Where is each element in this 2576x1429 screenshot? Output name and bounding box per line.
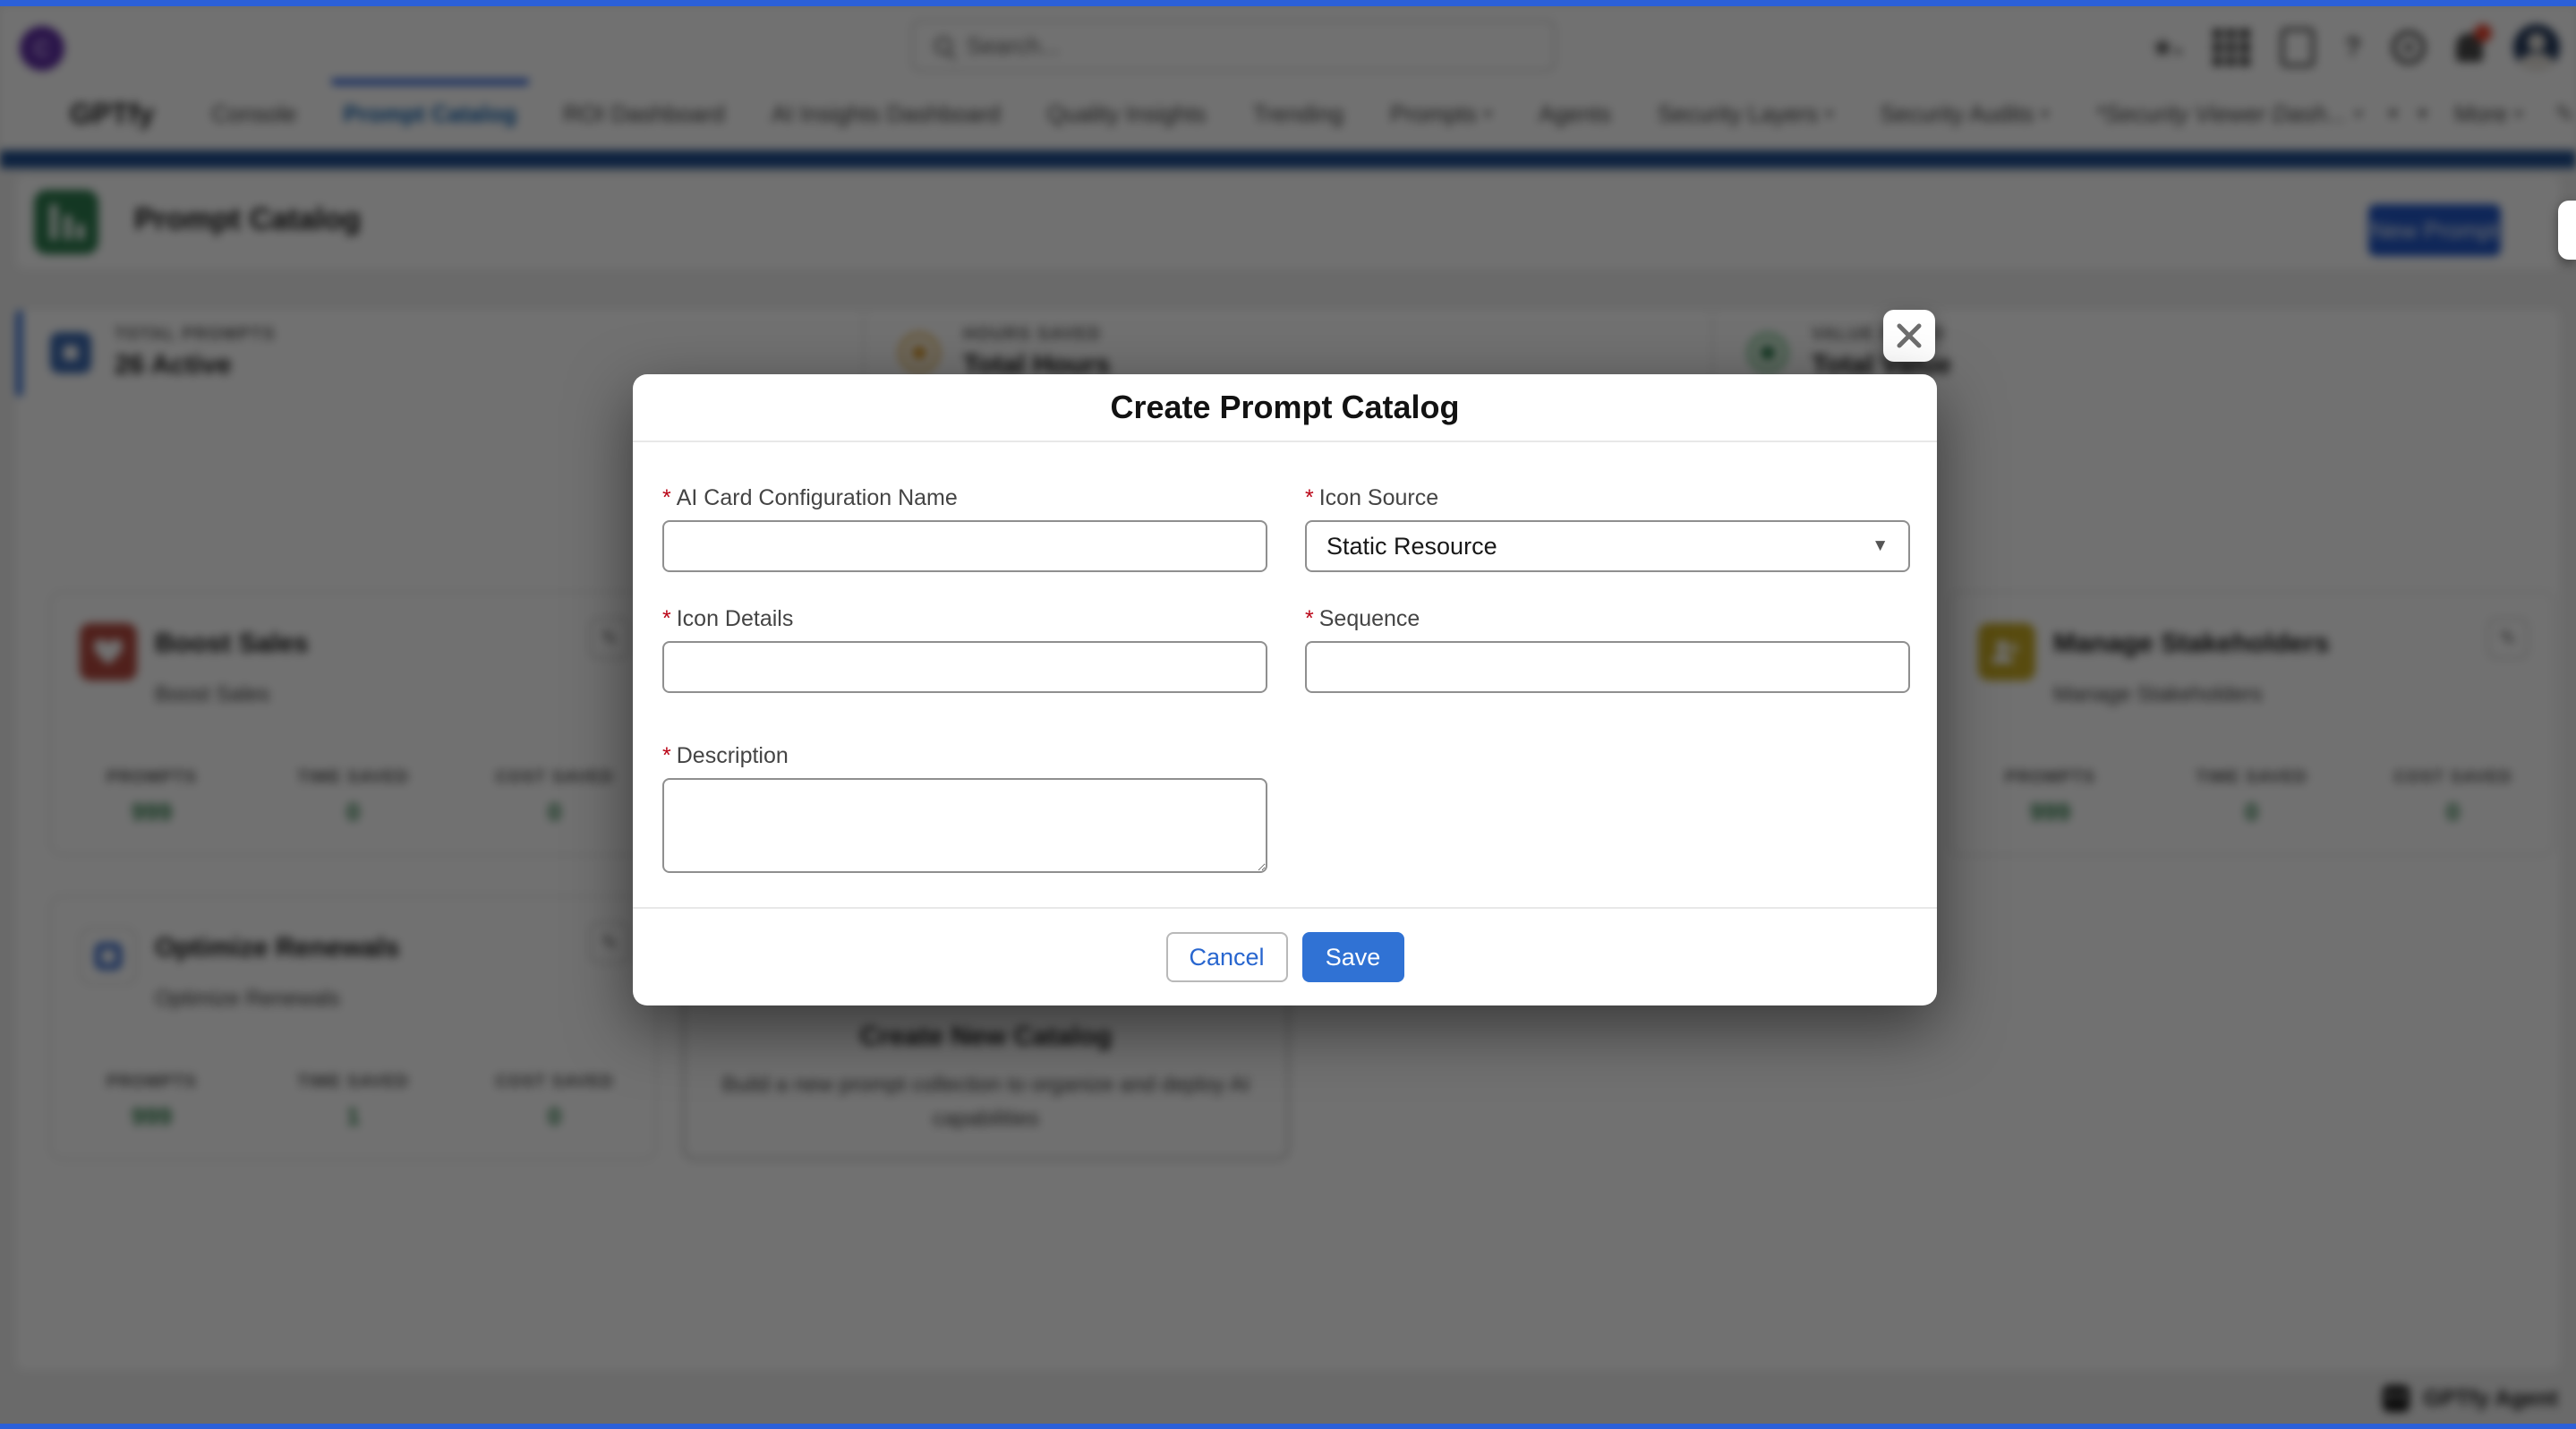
modal-body: *AI Card Configuration Name *Icon Source… bbox=[662, 442, 1910, 877]
modal-header: Create Prompt Catalog bbox=[633, 374, 1937, 442]
field-label-sequence: *Sequence bbox=[1305, 606, 1910, 632]
top-brand-strip bbox=[0, 0, 2576, 6]
field-label-description: *Description bbox=[662, 743, 1267, 769]
sequence-input[interactable] bbox=[1305, 641, 1910, 693]
modal-title: Create Prompt Catalog bbox=[1110, 389, 1459, 426]
field-label-icon-source: *Icon Source bbox=[1305, 485, 1910, 511]
modal-footer: Cancel Save bbox=[633, 907, 1937, 1005]
description-textarea[interactable] bbox=[662, 778, 1267, 873]
field-label-icon-details: *Icon Details bbox=[662, 606, 1267, 632]
required-asterisk: * bbox=[662, 606, 671, 631]
screen: C Search... ★▾ ? GPTfy Console Prompt Ca… bbox=[0, 0, 2576, 1429]
ai-card-configuration-name-input[interactable] bbox=[662, 520, 1267, 572]
create-prompt-catalog-modal: Create Prompt Catalog *AI Card Configura… bbox=[633, 374, 1937, 1005]
icon-source-select[interactable]: Static Resource ▼ bbox=[1305, 520, 1910, 572]
close-icon bbox=[1896, 322, 1923, 349]
required-asterisk: * bbox=[662, 485, 671, 510]
cancel-button[interactable]: Cancel bbox=[1166, 932, 1288, 982]
bottom-brand-strip bbox=[0, 1424, 2576, 1429]
required-asterisk: * bbox=[1305, 485, 1314, 510]
save-button[interactable]: Save bbox=[1302, 932, 1404, 982]
required-asterisk: * bbox=[1305, 606, 1314, 631]
modal-close-button[interactable] bbox=[1883, 310, 1935, 362]
docked-side-button[interactable] bbox=[2558, 201, 2576, 260]
icon-details-input[interactable] bbox=[662, 641, 1267, 693]
required-asterisk: * bbox=[662, 743, 671, 768]
field-label-ai-card-configuration-name: *AI Card Configuration Name bbox=[662, 485, 1267, 511]
select-dropdown-triangle-icon: ▼ bbox=[1872, 536, 1889, 556]
icon-source-value: Static Resource bbox=[1326, 533, 1497, 560]
